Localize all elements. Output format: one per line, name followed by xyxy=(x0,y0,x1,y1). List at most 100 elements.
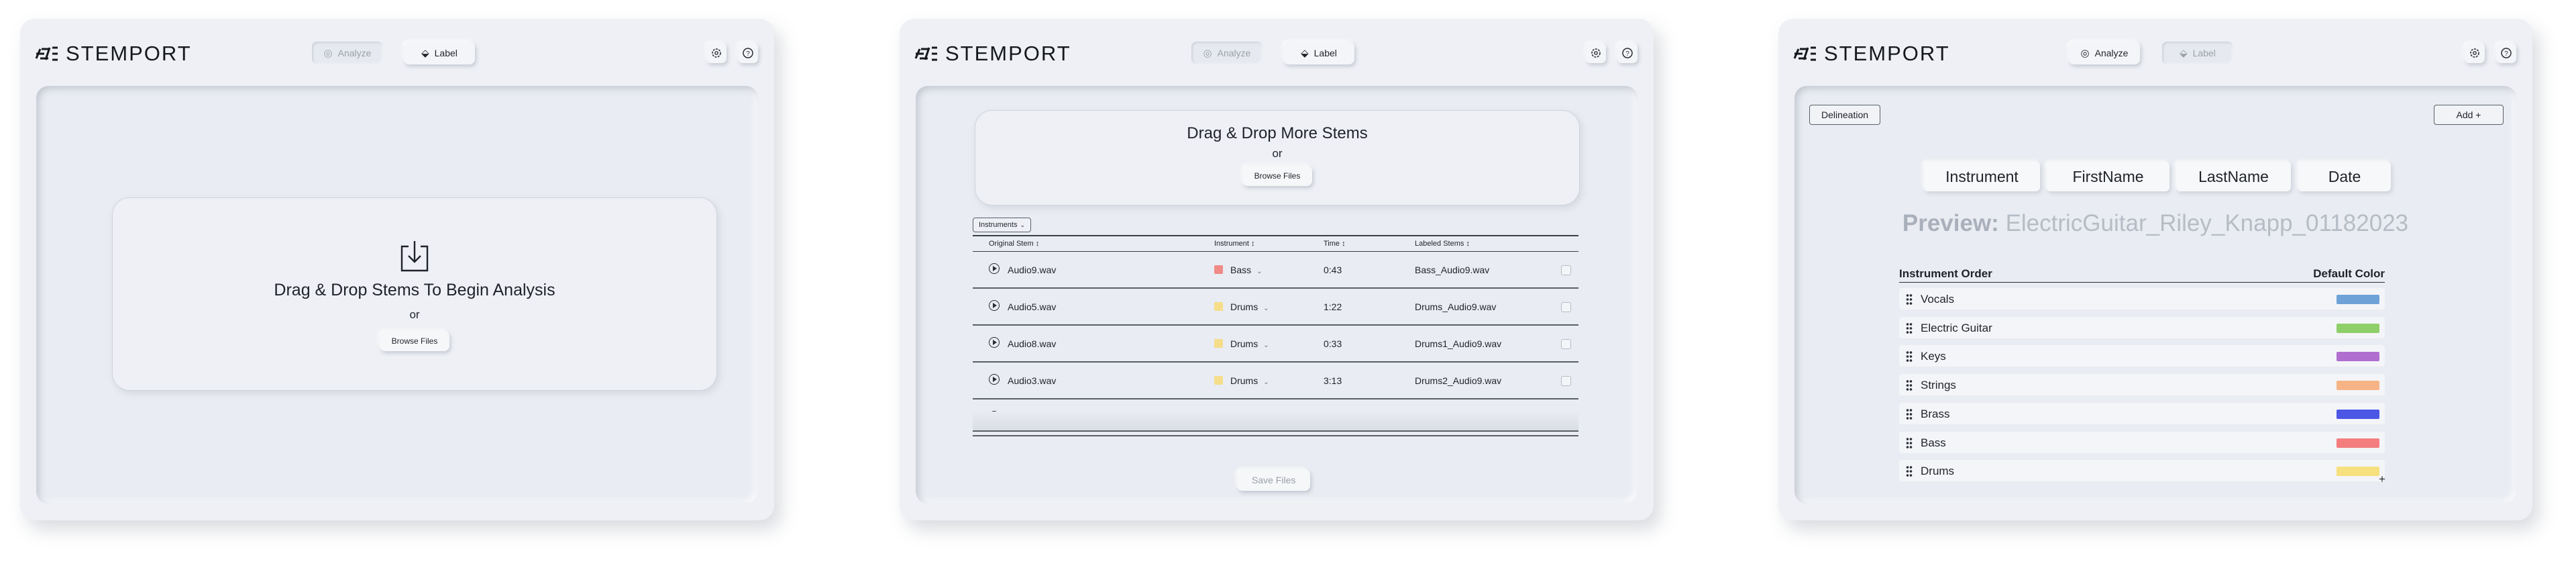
tag-icon: ⬙ xyxy=(1301,48,1309,59)
default-color-swatch[interactable] xyxy=(2337,352,2379,362)
time-cell: 1:22 xyxy=(1324,301,1342,312)
table-row[interactable]: Audio5.wav Drums ⌄ 1:22 Drums_Audio9.wav xyxy=(973,289,1578,326)
drag-handle-icon[interactable] xyxy=(1906,465,1913,478)
analyze-tab[interactable]: ◎ Analyze xyxy=(1191,42,1263,64)
table-row[interactable]: Audio9.wav Bass ⌄ 0:43 Bass_Audio9.wav xyxy=(973,252,1578,289)
label-tab[interactable]: ⬙ Label xyxy=(404,42,475,64)
instrument-row[interactable]: Bass xyxy=(1899,431,2385,453)
target-icon: ◎ xyxy=(1203,48,1212,59)
table-row[interactable]: Audio8.wav Drums ⌄ 0:33 Drums1_Audio9.wav xyxy=(973,326,1578,363)
svg-text:?: ? xyxy=(2504,50,2508,58)
delineation-button[interactable]: Delineation xyxy=(1809,105,1880,125)
col-labeled-stems[interactable]: Labeled Stems ↕ xyxy=(1415,240,1470,248)
label-tab-label: Label xyxy=(2192,48,2216,58)
app-name: STEMPORT xyxy=(1824,42,1950,65)
row-checkbox[interactable] xyxy=(1561,302,1571,312)
app-header: STEMPORT ◎ Analyze ⬙ Label ? xyxy=(900,19,1654,89)
app-name: STEMPORT xyxy=(66,42,192,65)
add-button[interactable]: Add + xyxy=(2434,105,2504,125)
instrument-row[interactable]: Strings xyxy=(1899,374,2385,396)
field-firstname[interactable]: FirstName xyxy=(2047,162,2169,191)
field-date[interactable]: Date xyxy=(2298,162,2391,191)
app-logo[interactable]: STEMPORT xyxy=(1793,42,1950,65)
row-checkbox[interactable] xyxy=(1561,376,1571,386)
instrument-color-swatch xyxy=(1214,302,1223,311)
instrument-row[interactable]: Keys xyxy=(1899,345,2385,367)
instrument-label: Bass xyxy=(1230,265,1252,275)
table-row[interactable]: Audio3.wav Drums ⌄ 3:13 Drums2_Audio9.wav xyxy=(973,363,1578,399)
instrument-name: Strings xyxy=(1921,379,1956,392)
instrument-row[interactable]: Brass xyxy=(1899,402,2385,424)
drag-handle-icon[interactable] xyxy=(1906,408,1913,420)
help-button[interactable]: ? xyxy=(738,43,758,63)
play-icon[interactable] xyxy=(989,374,1000,385)
instrument-row[interactable]: Drums xyxy=(1899,460,2385,482)
original-stem-cell: Audio9.wav xyxy=(1008,265,1057,275)
chevron-down-icon: ⌄ xyxy=(1263,305,1269,312)
instrument-row[interactable]: Vocals xyxy=(1899,288,2385,310)
drag-handle-icon[interactable] xyxy=(1906,436,1913,449)
time-cell: 3:13 xyxy=(1324,375,1342,386)
instrument-color-swatch xyxy=(1214,376,1223,385)
add-instrument-button[interactable]: + xyxy=(2379,473,2385,486)
play-icon[interactable] xyxy=(989,300,1000,311)
drag-handle-icon[interactable] xyxy=(1906,350,1913,363)
gear-icon xyxy=(2470,48,2479,58)
default-color-swatch[interactable] xyxy=(2337,295,2379,304)
col-original-stem[interactable]: Original Stem ↕ xyxy=(989,240,1039,248)
analyze-tab[interactable]: ◎ Analyze xyxy=(2069,42,2140,64)
play-icon[interactable] xyxy=(989,337,1000,348)
instruments-filter-dropdown[interactable]: Instruments ⌄ xyxy=(973,218,1032,232)
help-button[interactable]: ? xyxy=(1617,43,1638,63)
drag-handle-icon[interactable] xyxy=(1906,379,1913,392)
instrument-name: Electric Guitar xyxy=(1921,321,1992,334)
row-checkbox[interactable] xyxy=(1561,265,1571,275)
field-instrument[interactable]: Instrument xyxy=(1924,162,2040,191)
preview-label: Preview: xyxy=(1902,210,1999,236)
instrument-row[interactable]: Electric Guitar xyxy=(1899,316,2385,338)
original-stem-cell: Audio8.wav xyxy=(1008,338,1057,349)
save-files-button[interactable]: Save Files xyxy=(1237,469,1311,491)
default-color-swatch[interactable] xyxy=(2337,323,2379,333)
analyze-tab[interactable]: ◎ Analyze xyxy=(312,42,383,64)
browse-files-button[interactable]: Browse Files xyxy=(1242,166,1313,186)
filter-label: Instruments xyxy=(979,221,1018,229)
label-tab[interactable]: ⬙ Label xyxy=(2162,42,2233,64)
settings-button[interactable] xyxy=(1586,43,1606,63)
col-time[interactable]: Time ↕ xyxy=(1324,240,1346,248)
default-color-swatch[interactable] xyxy=(2337,438,2379,448)
more-stems-dropzone[interactable]: Drag & Drop More Stems or Browse Files xyxy=(975,110,1580,205)
main-panel: Drag & Drop Stems To Begin Analysis or B… xyxy=(36,86,758,504)
gear-icon xyxy=(712,48,721,58)
original-stem-cell: Audio3.wav xyxy=(1008,375,1057,386)
instrument-name: Drums xyxy=(1921,465,1955,478)
app-name: STEMPORT xyxy=(945,42,1071,65)
default-color-swatch[interactable] xyxy=(2337,381,2379,391)
or-label: or xyxy=(1272,147,1283,160)
row-checkbox[interactable] xyxy=(1561,339,1571,349)
help-button[interactable]: ? xyxy=(2496,43,2516,63)
drag-handle-icon[interactable] xyxy=(1906,293,1913,305)
play-icon[interactable] xyxy=(989,263,1000,274)
settings-button[interactable] xyxy=(706,43,727,63)
browse-files-button[interactable]: Browse Files xyxy=(379,331,450,351)
default-color-swatch[interactable] xyxy=(2337,409,2379,419)
field-lastname[interactable]: LastName xyxy=(2176,162,2291,191)
analyze-empty-window: STEMPORT ◎ Analyze ⬙ Label ? Drag & Drop… xyxy=(20,19,774,520)
app-header: STEMPORT ◎ Analyze ⬙ Label ? xyxy=(1778,19,2532,89)
app-logo[interactable]: STEMPORT xyxy=(35,42,192,65)
instrument-cell[interactable]: Drums ⌄ xyxy=(1230,301,1269,312)
col-instrument[interactable]: Instrument ↕ xyxy=(1214,240,1255,248)
instrument-cell[interactable]: Bass ⌄ xyxy=(1230,265,1263,275)
instrument-cell[interactable]: Drums ⌄ xyxy=(1230,375,1269,386)
label-tab[interactable]: ⬙ Label xyxy=(1283,42,1354,64)
stem-dropzone[interactable]: Drag & Drop Stems To Begin Analysis or B… xyxy=(112,197,717,391)
analyze-tab-label: Analyze xyxy=(2094,48,2129,58)
app-logo[interactable]: STEMPORT xyxy=(914,42,1071,65)
settings-button[interactable] xyxy=(2465,43,2485,63)
drag-handle-icon[interactable] xyxy=(1906,322,1913,334)
default-color-swatch[interactable] xyxy=(2337,467,2379,477)
instrument-order-title: Instrument Order xyxy=(1899,267,1992,280)
stemport-logo-icon xyxy=(35,46,58,61)
instrument-cell[interactable]: Drums ⌄ xyxy=(1230,338,1269,349)
